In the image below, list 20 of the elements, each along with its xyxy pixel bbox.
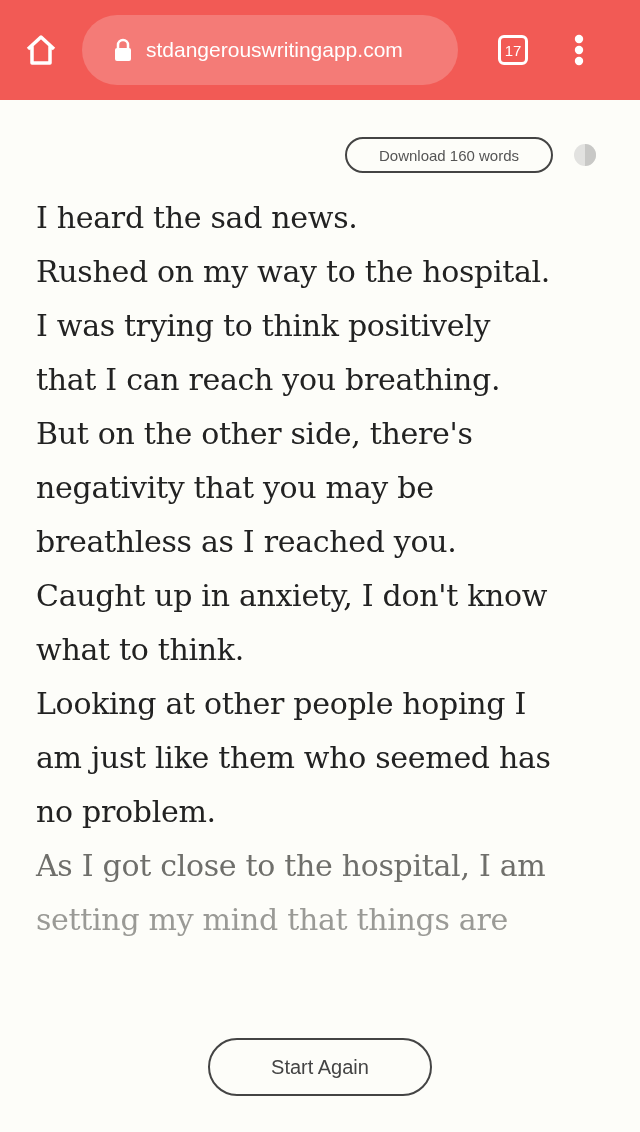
text-line: As I got close to the hospital, I am bbox=[36, 847, 546, 885]
menu-icon[interactable] bbox=[574, 34, 584, 66]
text-line: am just like them who seemed has bbox=[36, 739, 551, 777]
text-line: what to think. bbox=[36, 631, 244, 669]
url-text: stdangerouswritingapp.com bbox=[146, 38, 403, 62]
download-button[interactable]: Download 160 words bbox=[345, 137, 553, 173]
text-line: I heard the sad news. bbox=[36, 199, 358, 237]
start-again-button[interactable]: Start Again bbox=[208, 1038, 432, 1096]
text-line: I was trying to think positively bbox=[36, 307, 491, 345]
text-line: negativity that you may be bbox=[36, 469, 434, 507]
text-line: Caught up in anxiety, I don't know bbox=[36, 577, 548, 615]
text-line: But on the other side, there's bbox=[36, 415, 473, 453]
text-line: Looking at other people hoping I bbox=[36, 685, 527, 723]
text-line: no problem. bbox=[36, 793, 216, 831]
text-line: that I can reach you breathing. bbox=[36, 361, 501, 399]
text-line: Rushed on my way to the hospital. bbox=[36, 253, 551, 291]
text-line: setting my mind that things are bbox=[36, 901, 508, 939]
text-line: breathless as I reached you. bbox=[36, 523, 457, 561]
lock-icon bbox=[114, 38, 132, 62]
home-icon[interactable] bbox=[24, 33, 58, 67]
